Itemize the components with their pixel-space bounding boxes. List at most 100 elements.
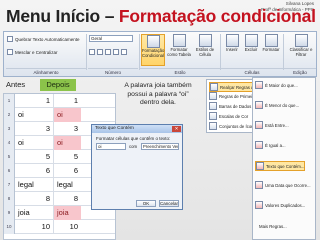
- highlight-rules-icon: [210, 83, 218, 91]
- merge-center-label: Mesclar e Centralizar: [15, 49, 58, 55]
- excel-ribbon: Quebrar Texto Automaticamente Mesclar e …: [3, 31, 317, 77]
- menu-item-color-scales[interactable]: Escalas de Cor: [209, 112, 248, 120]
- delete-button[interactable]: Excluir: [242, 34, 260, 66]
- sort-filter-button[interactable]: Classificar e Filtrar: [289, 34, 313, 66]
- row-number: 7: [4, 178, 15, 192]
- format-icon: [264, 34, 278, 47]
- cell-depois-highlighted[interactable]: oi: [53, 136, 81, 150]
- text-contains-icon: [256, 162, 264, 170]
- row-number: 9: [4, 206, 15, 220]
- insert-icon: [225, 34, 239, 47]
- row-number: 4: [4, 136, 15, 150]
- text-contains-dialog: Texto que Contém ✕ Formatar células que …: [91, 124, 183, 210]
- row-number: 2: [4, 108, 15, 122]
- insert-button[interactable]: Inserir: [223, 34, 241, 66]
- cell-depois[interactable]: 8: [53, 192, 81, 206]
- format-style-select[interactable]: Preenchimento Vermelho Claro: [141, 143, 179, 150]
- slide-title: Menu Início – Formatação condicional: [6, 6, 316, 27]
- cell-antes[interactable]: legal: [15, 178, 53, 192]
- menu-item-greater-than[interactable]: É Maior do que...: [255, 81, 298, 89]
- contains-text-input[interactable]: oi: [96, 143, 126, 150]
- table-row: 2 oi oi: [4, 108, 115, 122]
- data-bars-icon: [209, 102, 217, 110]
- menu-item-label: Escalas de Cor: [219, 113, 249, 119]
- wrap-text-button[interactable]: Quebrar Texto Automaticamente: [7, 36, 79, 42]
- ok-button[interactable]: OK: [136, 200, 156, 207]
- decimal-decrease-icon: [121, 49, 127, 55]
- cell-antes[interactable]: 1: [15, 94, 53, 108]
- format-as-table-button[interactable]: Formatar como Tabela: [167, 34, 191, 66]
- close-icon[interactable]: ✕: [172, 126, 181, 132]
- cell-antes[interactable]: oi: [15, 108, 53, 122]
- number-format-tools[interactable]: [89, 49, 127, 55]
- greater-than-icon: [255, 81, 263, 89]
- cell-antes[interactable]: 3: [15, 122, 53, 136]
- less-than-icon: [255, 101, 263, 109]
- menu-item-equal-to[interactable]: É Igual a...: [255, 141, 286, 149]
- row-number: 5: [4, 150, 15, 164]
- cell-depois-highlighted[interactable]: oi: [53, 108, 81, 122]
- row-number: 6: [4, 164, 15, 178]
- title-accent: Formatação condicional: [118, 6, 316, 26]
- after-header: Depois: [40, 79, 76, 91]
- icon-sets-icon: [209, 122, 217, 130]
- cell-antes[interactable]: 8: [15, 192, 53, 206]
- with-label: com: [129, 144, 138, 149]
- highlight-rules-submenu: É Maior do que... É Menor do que... Está…: [252, 77, 316, 240]
- calendar-icon: [255, 181, 263, 189]
- row-number: 1: [4, 94, 15, 108]
- color-scales-icon: [209, 112, 217, 120]
- cell-antes[interactable]: joia: [15, 206, 53, 220]
- conditional-formatting-icon: [146, 35, 160, 48]
- menu-item-icon-sets[interactable]: Conjuntos de Ícones: [209, 122, 258, 130]
- top-bottom-icon: [209, 92, 217, 100]
- format-button[interactable]: Formatar: [261, 34, 281, 66]
- menu-item-label: Uma Data que Ocorre...: [265, 182, 311, 188]
- currency-icon: [89, 49, 95, 55]
- cancel-button[interactable]: Cancelar: [159, 200, 179, 207]
- cell-depois[interactable]: 1: [53, 94, 81, 108]
- menu-item-more-rules[interactable]: Mais Regras...: [259, 224, 287, 229]
- number-format-select[interactable]: Geral: [89, 35, 133, 42]
- menu-item-text-contains[interactable]: Texto que Contém...: [255, 161, 306, 171]
- row-number: 3: [4, 122, 15, 136]
- dialog-title: Texto que Contém: [92, 125, 182, 133]
- cell-depois[interactable]: legal: [53, 178, 81, 192]
- cell-antes[interactable]: 5: [15, 150, 53, 164]
- cell-antes[interactable]: 10: [15, 220, 53, 234]
- title-dash: –: [100, 6, 119, 26]
- sort-filter-icon: [294, 34, 308, 47]
- cell-styles-button[interactable]: Estilos de Célula: [193, 34, 217, 66]
- delete-label: Excluir: [244, 47, 258, 52]
- cell-depois[interactable]: 3: [53, 122, 81, 136]
- menu-item-less-than[interactable]: É Menor do que...: [255, 101, 299, 109]
- cell-antes[interactable]: oi: [15, 136, 53, 150]
- comma-icon: [105, 49, 111, 55]
- menu-item-duplicate-values[interactable]: Valores Duplicados...: [255, 201, 305, 209]
- cell-antes[interactable]: 6: [15, 164, 53, 178]
- table-row: 10 10 10: [4, 220, 115, 234]
- conditional-formatting-button[interactable]: Formatação Condicional: [141, 34, 165, 66]
- styles-group-label: Estilo: [140, 68, 220, 76]
- percent-icon: [97, 49, 103, 55]
- cells-group-label: Células: [221, 68, 283, 76]
- cell-depois[interactable]: 10: [53, 220, 81, 234]
- menu-item-label: É Igual a...: [265, 142, 286, 148]
- cell-styles-label: Estilos de Célula: [195, 47, 215, 57]
- menu-item-between[interactable]: Está Entre...: [255, 121, 289, 129]
- menu-item-date-occurring[interactable]: Uma Data que Ocorre...: [255, 181, 311, 189]
- merge-icon: [7, 49, 13, 55]
- number-format-value: Geral: [89, 35, 133, 42]
- menu-item-data-bars[interactable]: Barras de Dados: [209, 102, 251, 110]
- sort-filter-label: Classificar e Filtrar: [289, 47, 313, 57]
- menu-item-label: Texto que Contém...: [266, 163, 305, 169]
- format-as-table-label: Formatar como Tabela: [167, 47, 191, 57]
- conditional-formatting-label: Formatação Condicional: [142, 48, 165, 58]
- group-divider: [86, 34, 87, 70]
- merge-center-button[interactable]: Mesclar e Centralizar: [7, 49, 58, 55]
- number-group-label: Número: [88, 68, 138, 76]
- duplicate-values-icon: [255, 201, 263, 209]
- cell-depois-highlighted[interactable]: joia: [53, 206, 81, 220]
- cell-depois[interactable]: 5: [53, 150, 81, 164]
- cell-depois[interactable]: 6: [53, 164, 81, 178]
